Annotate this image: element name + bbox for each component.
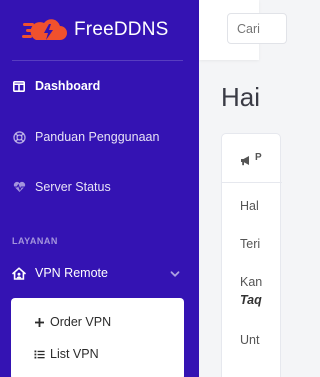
brand-name: FreeDDNS bbox=[74, 19, 169, 40]
search-input[interactable] bbox=[227, 13, 287, 44]
card-text-line: Unt bbox=[240, 333, 260, 347]
chevron-down-icon[interactable] bbox=[169, 267, 181, 279]
sidebar-item-dashboard[interactable]: Dashboard bbox=[12, 74, 187, 98]
card-text-line: Teri bbox=[240, 237, 261, 251]
plus-icon bbox=[34, 317, 45, 328]
list-icon bbox=[34, 349, 45, 360]
submenu-item-label: List VPN bbox=[50, 347, 99, 361]
card-text-line: Hal bbox=[240, 199, 259, 213]
sidebar-item-server-status[interactable]: Server Status bbox=[12, 175, 187, 199]
columns-icon bbox=[12, 79, 26, 93]
sidebar: FreeDDNS Dashboard Panduan Penggunaan Se… bbox=[0, 0, 199, 377]
sidebar-divider bbox=[12, 60, 183, 61]
info-card: P Hal Teri Kan Taq Unt bbox=[221, 133, 282, 377]
heartbeat-icon bbox=[12, 180, 26, 194]
vpn-submenu: Order VPN List VPN bbox=[11, 298, 184, 377]
sidebar-item-label: Server Status bbox=[35, 180, 111, 194]
submenu-item-list-vpn[interactable]: List VPN bbox=[34, 345, 99, 363]
sidebar-item-label: Panduan Penggunaan bbox=[35, 130, 160, 144]
sidebar-item-label: Dashboard bbox=[35, 79, 101, 93]
sidebar-item-panduan[interactable]: Panduan Penggunaan bbox=[12, 125, 187, 149]
card-header: P bbox=[222, 134, 282, 183]
card-text-line: Kan bbox=[240, 275, 263, 289]
sidebar-section-title: LAYANAN bbox=[12, 236, 58, 246]
lifebuoy-icon bbox=[12, 130, 26, 144]
submenu-item-order-vpn[interactable]: Order VPN bbox=[34, 313, 111, 331]
submenu-item-label: Order VPN bbox=[50, 315, 112, 329]
house-user-icon bbox=[12, 266, 26, 280]
topbar bbox=[199, 0, 287, 60]
brand[interactable]: FreeDDNS bbox=[22, 15, 169, 45]
card-text-line: Taq bbox=[240, 293, 262, 307]
megaphone-icon bbox=[240, 153, 252, 166]
page-title: Hai bbox=[221, 82, 261, 112]
cloud-bolt-logo-icon bbox=[22, 16, 68, 44]
sidebar-item-vpn-remote[interactable]: VPN Remote bbox=[12, 261, 187, 285]
card-header-title: P bbox=[255, 152, 262, 163]
sidebar-item-label: VPN Remote bbox=[35, 266, 108, 280]
